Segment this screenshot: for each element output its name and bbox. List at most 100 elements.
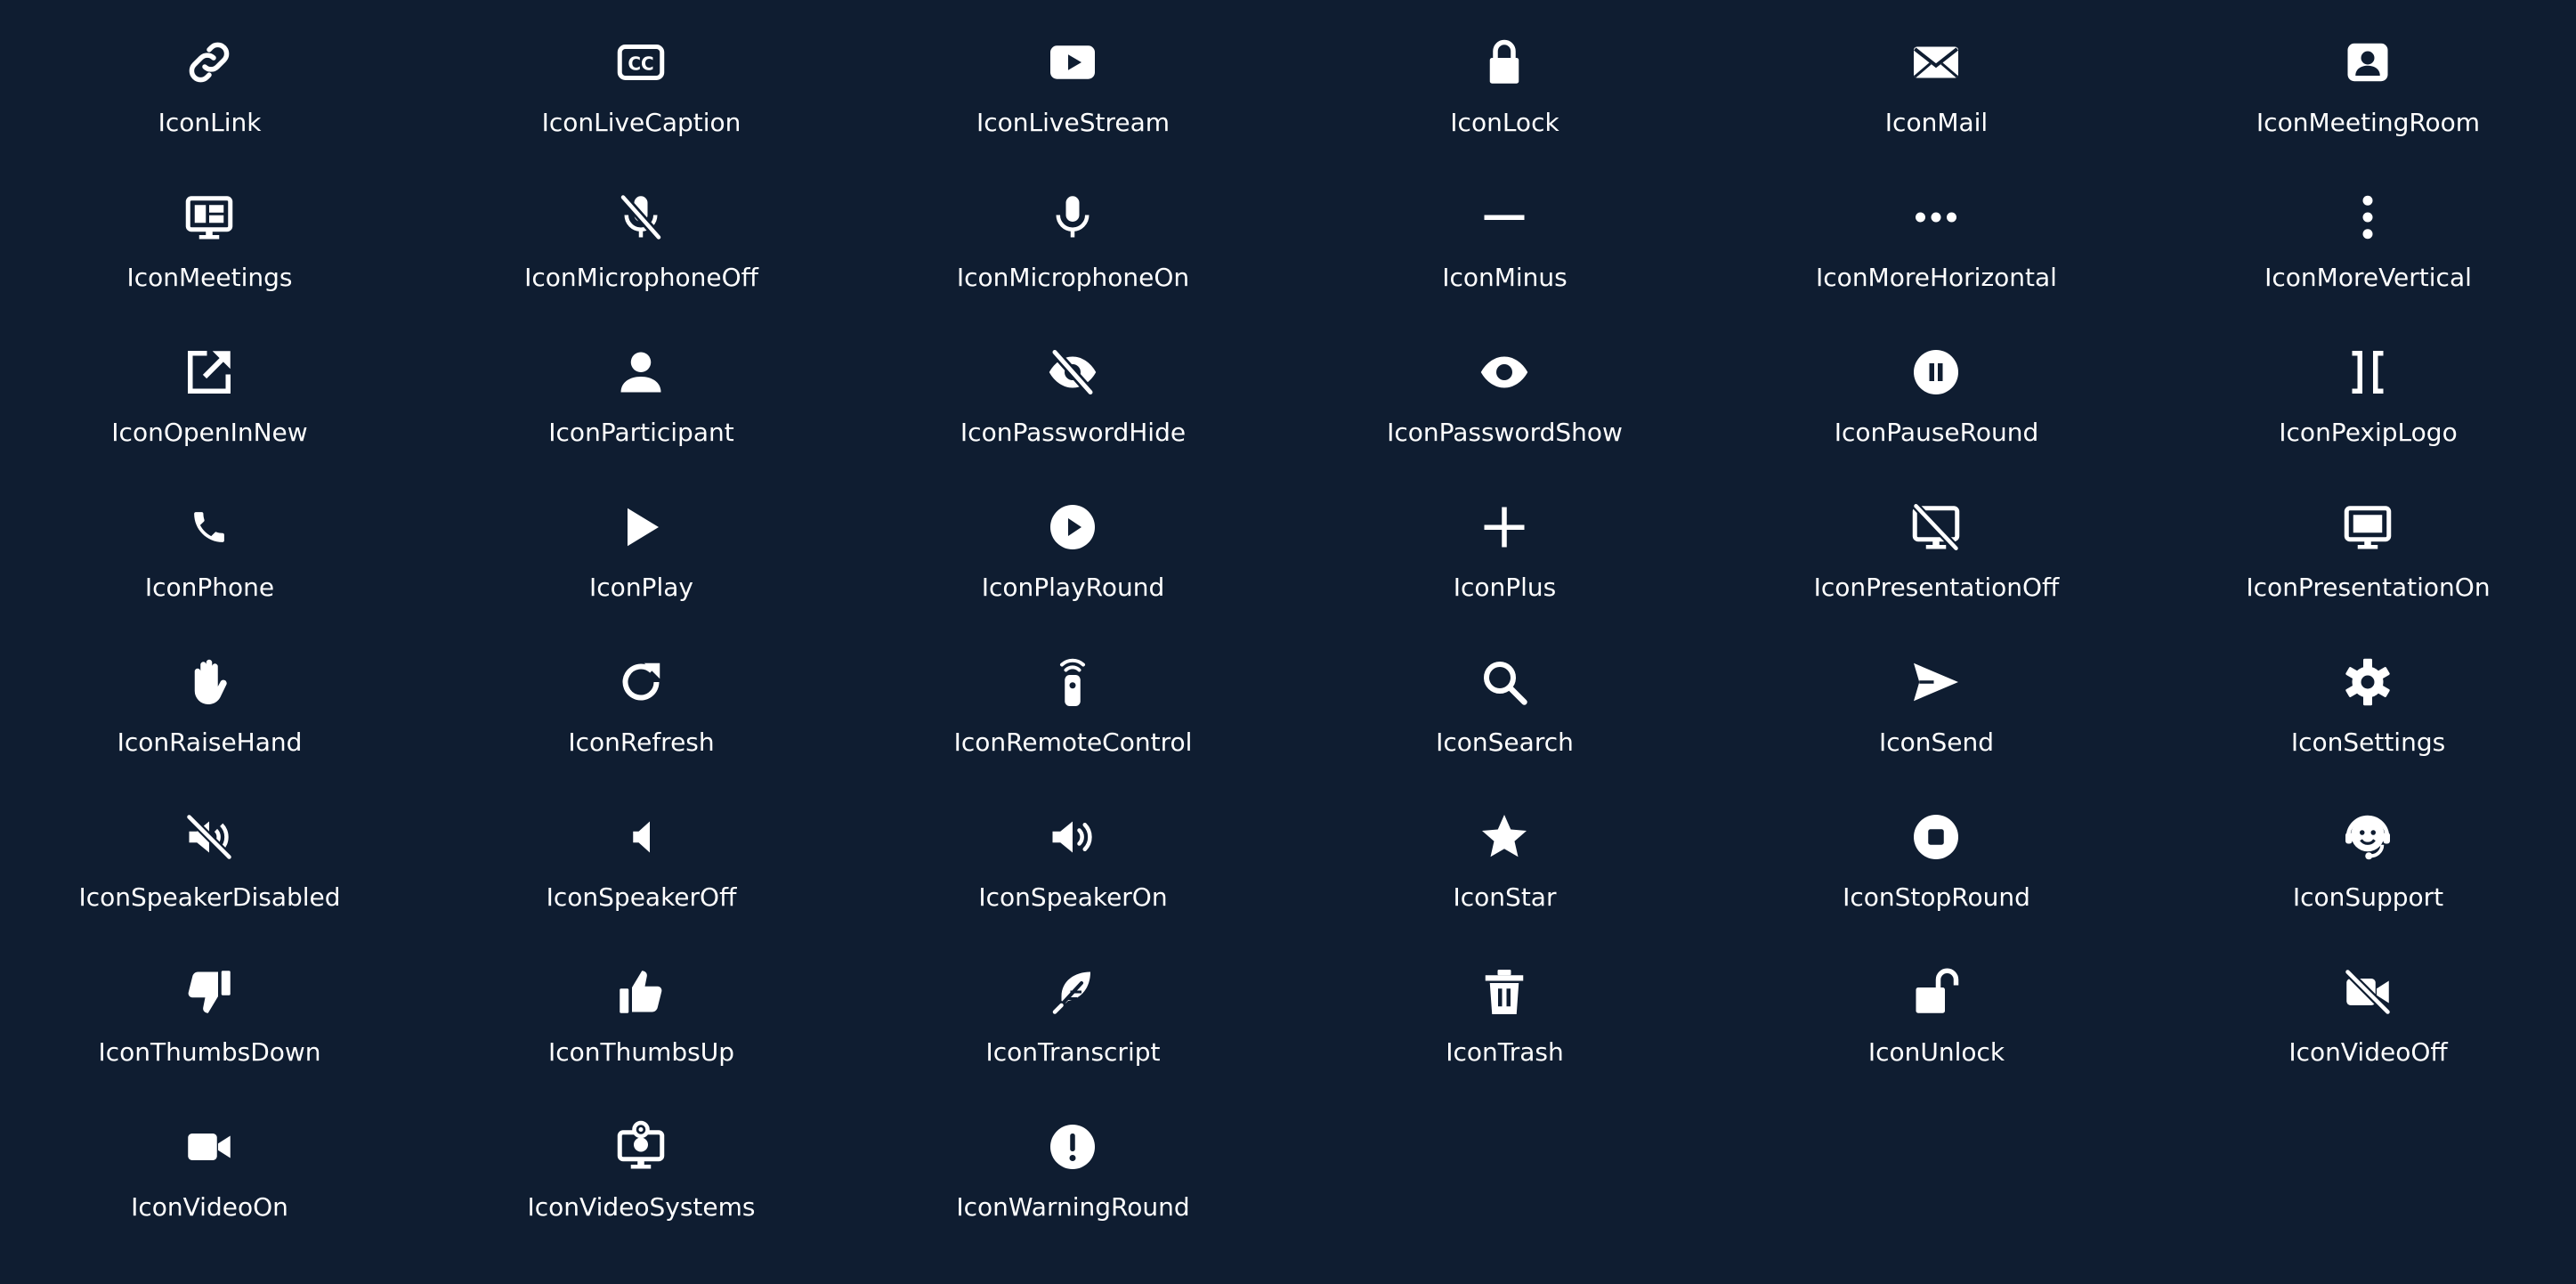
play-round-icon [1046, 500, 1099, 554]
icon-card: IconThumbsDown [0, 930, 425, 1085]
icon-label: IconLiveStream [976, 108, 1170, 137]
icon-card: IconStopRound [1721, 775, 2152, 930]
thumbs-down-icon [182, 965, 236, 1019]
icon-label: IconThumbsUp [547, 1037, 735, 1067]
icon-label: IconThumbsDown [98, 1037, 321, 1067]
icon-card: IconLiveStream [857, 0, 1289, 155]
icon-card: IconSpeakerDisabled [0, 775, 425, 930]
icon-label: IconPasswordShow [1387, 418, 1623, 447]
icon-card: IconPauseRound [1721, 310, 2152, 465]
icon-card: IconVideoOff [2152, 930, 2576, 1085]
icon-label: IconPexipLogo [2279, 418, 2458, 447]
transcript-icon [1046, 965, 1099, 1019]
icon-card: IconPhone [0, 465, 425, 620]
icon-label: IconMeetings [126, 263, 293, 292]
icon-label: IconMail [1884, 108, 1989, 137]
icon-label: IconVideoOff [2288, 1037, 2448, 1067]
icon-label: IconSearch [1436, 727, 1574, 757]
icon-label: IconSpeakerDisabled [78, 882, 341, 912]
thumbs-up-icon [614, 965, 668, 1019]
video-on-icon [182, 1120, 236, 1174]
icon-label: IconPlayRound [981, 573, 1165, 602]
icon-card: CC IconLiveCaption [425, 0, 857, 155]
icon-card: IconVideoOn [0, 1085, 425, 1239]
icon-label: IconPauseRound [1834, 418, 2039, 447]
icon-label: IconRaiseHand [117, 727, 303, 757]
icon-label: IconVideoSystems [527, 1192, 756, 1222]
icon-label: IconPlus [1453, 573, 1557, 602]
icon-card: IconPlay [425, 465, 857, 620]
icon-label: IconTranscript [985, 1037, 1161, 1067]
icon-label: IconPresentationOn [2246, 573, 2491, 602]
icon-card: IconMicrophoneOn [857, 155, 1289, 310]
stop-round-icon [1909, 810, 1963, 864]
icon-label: IconLiveCaption [541, 108, 741, 137]
remote-control-icon [1046, 655, 1099, 709]
minus-icon [1478, 191, 1531, 244]
icon-label: IconMinus [1442, 263, 1567, 292]
speaker-on-icon [1046, 810, 1099, 864]
more-vertical-icon [2341, 191, 2394, 244]
password-hide-icon [1046, 345, 1099, 399]
video-off-icon [2341, 965, 2394, 1019]
icon-card: IconPlus [1289, 465, 1721, 620]
icon-card: IconRemoteControl [857, 620, 1289, 775]
live-stream-icon [1046, 36, 1099, 89]
support-icon [2341, 810, 2394, 864]
refresh-icon [614, 655, 668, 709]
icon-card: IconPlayRound [857, 465, 1289, 620]
icon-card: IconMeetings [0, 155, 425, 310]
icon-label: IconStopRound [1843, 882, 2030, 912]
icon-label: IconOpenInNew [111, 418, 308, 447]
icon-card: IconVideoSystems [425, 1085, 857, 1239]
icon-gallery: IconLink CC IconLiveCaption IconLiveStream I… [0, 0, 2576, 1284]
icon-label: IconPresentationOff [1813, 573, 2060, 602]
icon-label: IconTrash [1446, 1037, 1564, 1067]
icon-card: IconRefresh [425, 620, 857, 775]
meeting-room-icon [2341, 36, 2394, 89]
icon-card: IconMail [1721, 0, 2152, 155]
trash-icon [1478, 965, 1531, 1019]
icon-label: IconMeetingRoom [2256, 108, 2481, 137]
icon-label: IconStar [1453, 882, 1557, 912]
icon-label: IconPasswordHide [960, 418, 1187, 447]
search-icon [1478, 655, 1531, 709]
icon-label: IconRemoteControl [953, 727, 1193, 757]
speaker-off-icon [614, 810, 668, 864]
icon-label: IconUnlock [1867, 1037, 2005, 1067]
presentation-off-icon [1909, 500, 1963, 554]
icon-card: IconMicrophoneOff [425, 155, 857, 310]
icon-card: IconLink [0, 0, 425, 155]
icon-card: IconMinus [1289, 155, 1721, 310]
icon-card: IconSpeakerOff [425, 775, 857, 930]
star-icon [1478, 810, 1531, 864]
plus-icon [1478, 500, 1531, 554]
icon-card: IconMoreVertical [2152, 155, 2576, 310]
icon-label: IconLink [158, 108, 262, 137]
raise-hand-icon [182, 655, 236, 709]
mail-icon [1909, 36, 1963, 89]
lock-icon [1478, 36, 1531, 89]
speaker-disabled-icon [182, 810, 236, 864]
icon-card: IconTranscript [857, 930, 1289, 1085]
icon-card: IconRaiseHand [0, 620, 425, 775]
presentation-on-icon [2341, 500, 2394, 554]
password-show-icon [1478, 345, 1531, 399]
icon-card: IconOpenInNew [0, 310, 425, 465]
icon-label: IconSupport [2292, 882, 2444, 912]
send-icon [1909, 655, 1963, 709]
live-caption-icon: CC [614, 36, 668, 89]
meetings-icon [182, 191, 236, 244]
icon-card: IconTrash [1289, 930, 1721, 1085]
icon-label: IconMoreHorizontal [1816, 263, 2057, 292]
icon-label: IconWarningRound [956, 1192, 1190, 1222]
svg-text:CC: CC [628, 53, 653, 74]
icon-label: IconPlay [589, 573, 693, 602]
icon-label: IconSpeakerOn [978, 882, 1168, 912]
icon-card: IconMoreHorizontal [1721, 155, 2152, 310]
icon-label: IconSpeakerOff [546, 882, 737, 912]
icon-label: IconSend [1878, 727, 1995, 757]
phone-icon [182, 500, 236, 554]
icon-label: IconLock [1450, 108, 1559, 137]
icon-card: IconLock [1289, 0, 1721, 155]
